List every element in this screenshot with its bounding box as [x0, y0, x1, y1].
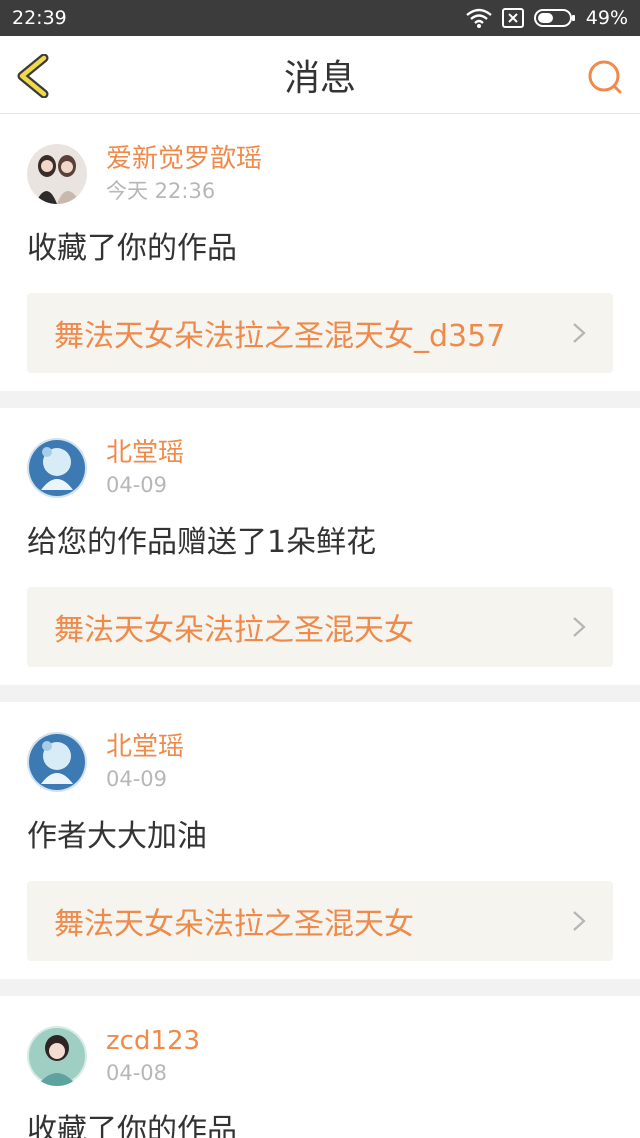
work-title: 舞法天女朵法拉之圣混天女_d357: [54, 319, 506, 354]
username[interactable]: 北堂瑶: [106, 730, 184, 764]
work-link[interactable]: 舞法天女朵法拉之圣混天女: [27, 587, 613, 667]
status-bar: 22:39 49%: [0, 0, 640, 36]
search-button[interactable]: [586, 58, 624, 96]
user-avatar-icon: [27, 732, 87, 792]
status-time: 22:39: [12, 7, 67, 29]
username[interactable]: zcd123: [106, 1024, 200, 1058]
user-avatar-icon: [27, 144, 87, 204]
message-time: 04-09: [106, 473, 168, 497]
message-card: 北堂瑶 04-09 给您的作品赠送了1朵鲜花 舞法天女朵法拉之圣混天女: [0, 408, 640, 685]
message-content: 收藏了你的作品: [27, 231, 237, 266]
chevron-right-icon: [573, 911, 586, 931]
avatar[interactable]: [27, 144, 87, 204]
message-time: 04-09: [106, 767, 168, 791]
user-avatar-icon: [27, 438, 87, 498]
battery-level: 49%: [585, 7, 628, 29]
message-card: 北堂瑶 04-09 作者大大加油 舞法天女朵法拉之圣混天女: [0, 702, 640, 979]
wifi-icon: [465, 8, 492, 28]
chevron-right-icon: [573, 617, 586, 637]
app-header: 消息: [0, 36, 640, 114]
work-title: 舞法天女朵法拉之圣混天女: [54, 907, 414, 942]
work-link[interactable]: 舞法天女朵法拉之圣混天女: [27, 881, 613, 961]
username[interactable]: 北堂瑶: [106, 436, 184, 470]
avatar[interactable]: [27, 438, 87, 498]
back-button[interactable]: [14, 53, 54, 99]
page-title: 消息: [283, 57, 356, 99]
avatar[interactable]: [27, 732, 87, 792]
search-icon: [588, 60, 622, 94]
message-time: 04-08: [106, 1061, 168, 1085]
message-content: 作者大大加油: [27, 819, 207, 854]
message-time: 今天 22:36: [106, 179, 216, 203]
work-title: 舞法天女朵法拉之圣混天女: [54, 613, 414, 648]
message-content: 给您的作品赠送了1朵鲜花: [27, 525, 377, 560]
user-avatar-icon: [27, 1026, 87, 1086]
avatar[interactable]: [27, 1026, 87, 1086]
work-link[interactable]: 舞法天女朵法拉之圣混天女_d357: [27, 293, 613, 373]
message-content: 收藏了你的作品: [27, 1113, 237, 1138]
no-sim-icon: [501, 8, 524, 28]
message-card: 爱新觉罗歆瑶 今天 22:36 收藏了你的作品 舞法天女朵法拉之圣混天女_d35…: [0, 114, 640, 391]
username[interactable]: 爱新觉罗歆瑶: [106, 142, 262, 176]
chevron-left-icon: [17, 53, 49, 99]
chevron-right-icon: [573, 323, 586, 343]
message-card: zcd123 04-08 收藏了你的作品: [0, 996, 640, 1138]
message-list: 爱新觉罗歆瑶 今天 22:36 收藏了你的作品 舞法天女朵法拉之圣混天女_d35…: [0, 114, 640, 1138]
battery-icon: [533, 8, 576, 28]
status-icons: 49%: [465, 7, 628, 29]
